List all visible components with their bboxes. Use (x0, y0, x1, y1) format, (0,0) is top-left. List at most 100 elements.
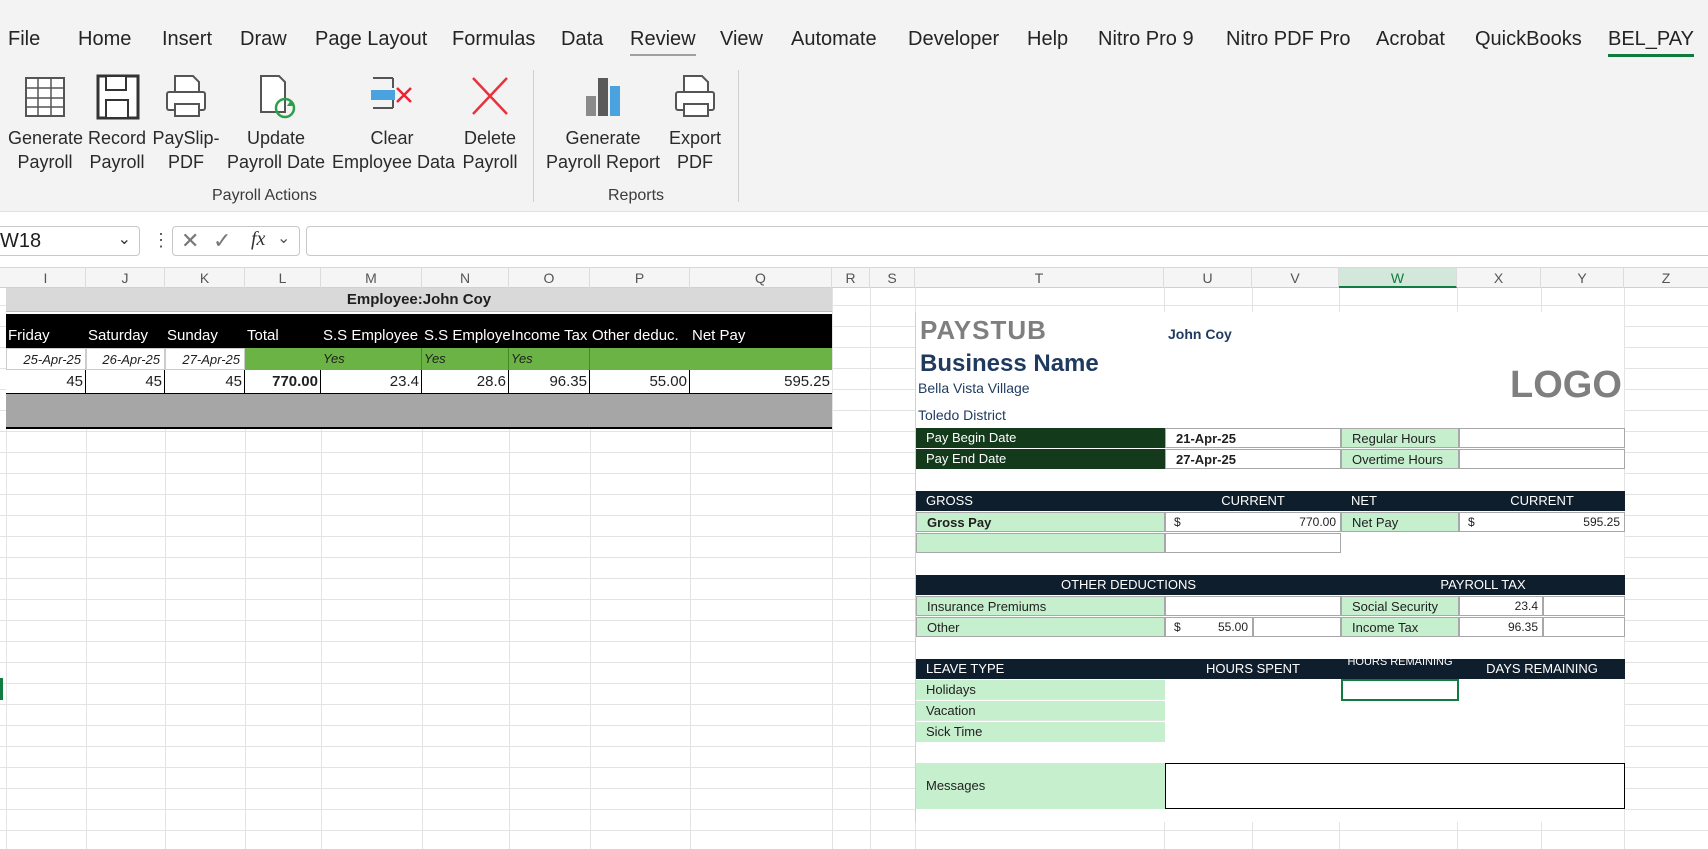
menu-formulas[interactable]: Formulas (452, 28, 535, 51)
record-payroll-button[interactable]: Record Payroll (88, 72, 146, 174)
gross-extra-value[interactable] (1165, 533, 1341, 553)
menu-developer[interactable]: Developer (908, 28, 999, 51)
more-options-icon[interactable]: ⋮ (152, 230, 170, 251)
value-net-pay[interactable]: 595.25 (690, 370, 832, 394)
column-header[interactable]: N (422, 268, 509, 288)
date-friday[interactable]: 25-Apr-25 (6, 348, 86, 370)
other-value-cell[interactable]: $ 55.00 (1165, 617, 1253, 637)
business-name[interactable]: Business Name (920, 350, 1099, 378)
header-saturday[interactable]: Saturday (88, 325, 166, 346)
regular-hours-value[interactable] (1459, 428, 1625, 448)
menu-nitro-pro-9[interactable]: Nitro Pro 9 (1098, 28, 1194, 51)
sheet-grid[interactable]: Employee:John Coy Friday Saturday Sunday… (0, 288, 1708, 849)
gross-pay-cell[interactable]: $ 770.00 (1165, 512, 1341, 532)
pay-end-date[interactable]: 27-Apr-25 (1165, 449, 1341, 469)
value-saturday[interactable]: 45 (86, 370, 165, 394)
header-other-deduc[interactable]: Other deduc. (592, 325, 692, 346)
header-friday[interactable]: Friday (8, 325, 86, 346)
insurance-value[interactable] (1165, 596, 1341, 616)
date-sunday[interactable]: 27-Apr-25 (165, 348, 245, 370)
fx-icon[interactable]: fx (251, 228, 265, 251)
date-saturday[interactable]: 26-Apr-25 (86, 348, 165, 370)
header-net-pay[interactable]: Net Pay (692, 325, 822, 346)
generate-payroll-button[interactable]: Generate Payroll (8, 72, 83, 174)
menu-acrobat[interactable]: Acrobat (1376, 28, 1445, 51)
menu-nitro-pdf-pro[interactable]: Nitro PDF Pro (1226, 28, 1350, 51)
menu-review[interactable]: Review (630, 28, 696, 56)
header-ss-employer[interactable]: S.S Employer (424, 325, 512, 346)
selected-cell-w18[interactable] (1341, 679, 1459, 701)
menu-page-layout[interactable]: Page Layout (315, 28, 427, 51)
overtime-hours-value[interactable] (1459, 449, 1625, 469)
chevron-down-icon[interactable]: ⌄ (118, 226, 131, 254)
column-header[interactable]: Y (1541, 268, 1624, 288)
address-line-2[interactable]: Toledo District (918, 405, 1006, 426)
value-ss-employee[interactable]: 23.4 (321, 370, 422, 394)
flag-income-tax[interactable]: Yes (509, 348, 590, 370)
menu-view[interactable]: View (720, 28, 763, 51)
header-sunday[interactable]: Sunday (167, 325, 245, 346)
export-pdf-button[interactable]: Export PDF (666, 72, 724, 174)
formula-input[interactable] (306, 226, 1708, 256)
value-other-deduc[interactable]: 55.00 (590, 370, 690, 394)
value-total[interactable]: 770.00 (245, 370, 321, 394)
update-payroll-date-button[interactable]: Update Payroll Date (226, 72, 326, 174)
column-header[interactable]: P (590, 268, 690, 288)
menu-home[interactable]: Home (78, 28, 131, 51)
name-box[interactable]: W18 ⌄ (0, 226, 140, 256)
column-header[interactable]: R (832, 268, 870, 288)
header-ss-employee[interactable]: S.S Employee (323, 325, 423, 346)
menu-draw[interactable]: Draw (240, 28, 287, 51)
column-header[interactable]: U (1164, 268, 1252, 288)
value-sunday[interactable]: 45 (165, 370, 245, 394)
menu-data[interactable]: Data (561, 28, 603, 51)
net-current-header: CURRENT (1510, 493, 1574, 508)
flag-ss-employer[interactable]: Yes (422, 348, 509, 370)
address-line-1[interactable]: Bella Vista Village (918, 378, 1030, 399)
days-remaining-header: DAYS REMAINING (1486, 661, 1598, 676)
net-pay-cell[interactable]: $ 595.25 (1459, 512, 1625, 532)
column-header[interactable]: L (245, 268, 321, 288)
header-total[interactable]: Total (247, 325, 321, 346)
gross-extra-row[interactable] (916, 533, 1165, 553)
social-security-value[interactable]: 23.4 (1459, 596, 1543, 616)
column-header[interactable]: K (165, 268, 245, 288)
income-tax-extra[interactable] (1543, 617, 1625, 637)
column-header[interactable]: M (321, 268, 422, 288)
column-header-selected[interactable]: W (1339, 268, 1457, 288)
column-header[interactable]: Q (690, 268, 832, 288)
value-ss-employer[interactable]: 28.6 (422, 370, 509, 394)
column-header[interactable]: V (1252, 268, 1339, 288)
other-extra-value[interactable] (1253, 617, 1341, 637)
value-friday[interactable]: 45 (6, 370, 86, 394)
social-security-extra[interactable] (1543, 596, 1625, 616)
chevron-down-icon[interactable]: ⌄ (277, 228, 290, 248)
column-header[interactable]: T (915, 268, 1164, 288)
delete-payroll-button[interactable]: Delete Payroll (458, 72, 522, 174)
menu-file[interactable]: File (8, 28, 40, 51)
flag-ss-employee[interactable]: Yes (321, 348, 422, 370)
menu-quickbooks[interactable]: QuickBooks (1475, 28, 1582, 51)
messages-box[interactable] (1165, 763, 1625, 809)
column-header[interactable]: S (870, 268, 915, 288)
cancel-icon[interactable]: ✕ (181, 228, 199, 254)
employee-name[interactable]: John Coy (1168, 324, 1232, 345)
header-income-tax[interactable]: Income Tax (511, 325, 593, 346)
check-icon[interactable]: ✓ (213, 228, 231, 254)
generate-payroll-report-button[interactable]: Generate Payroll Report (546, 72, 660, 174)
menu-automate[interactable]: Automate (791, 28, 877, 51)
ribbon: Generate Payroll Record Payroll PaySlip-… (0, 62, 1708, 212)
menu-insert[interactable]: Insert (162, 28, 212, 51)
clear-employee-data-button[interactable]: Clear Employee Data (332, 72, 455, 174)
column-header[interactable]: I (6, 268, 86, 288)
column-header[interactable]: X (1457, 268, 1541, 288)
column-header[interactable]: J (86, 268, 165, 288)
column-header[interactable]: Z (1624, 268, 1708, 288)
pay-begin-date[interactable]: 21-Apr-25 (1165, 428, 1341, 448)
menu-bel-pay[interactable]: BEL_PAY (1608, 28, 1694, 57)
column-header[interactable]: O (509, 268, 590, 288)
menu-help[interactable]: Help (1027, 28, 1068, 51)
payslip-pdf-button[interactable]: PaySlip- PDF (152, 72, 220, 174)
value-income-tax[interactable]: 96.35 (509, 370, 590, 394)
income-tax-value[interactable]: 96.35 (1459, 617, 1543, 637)
